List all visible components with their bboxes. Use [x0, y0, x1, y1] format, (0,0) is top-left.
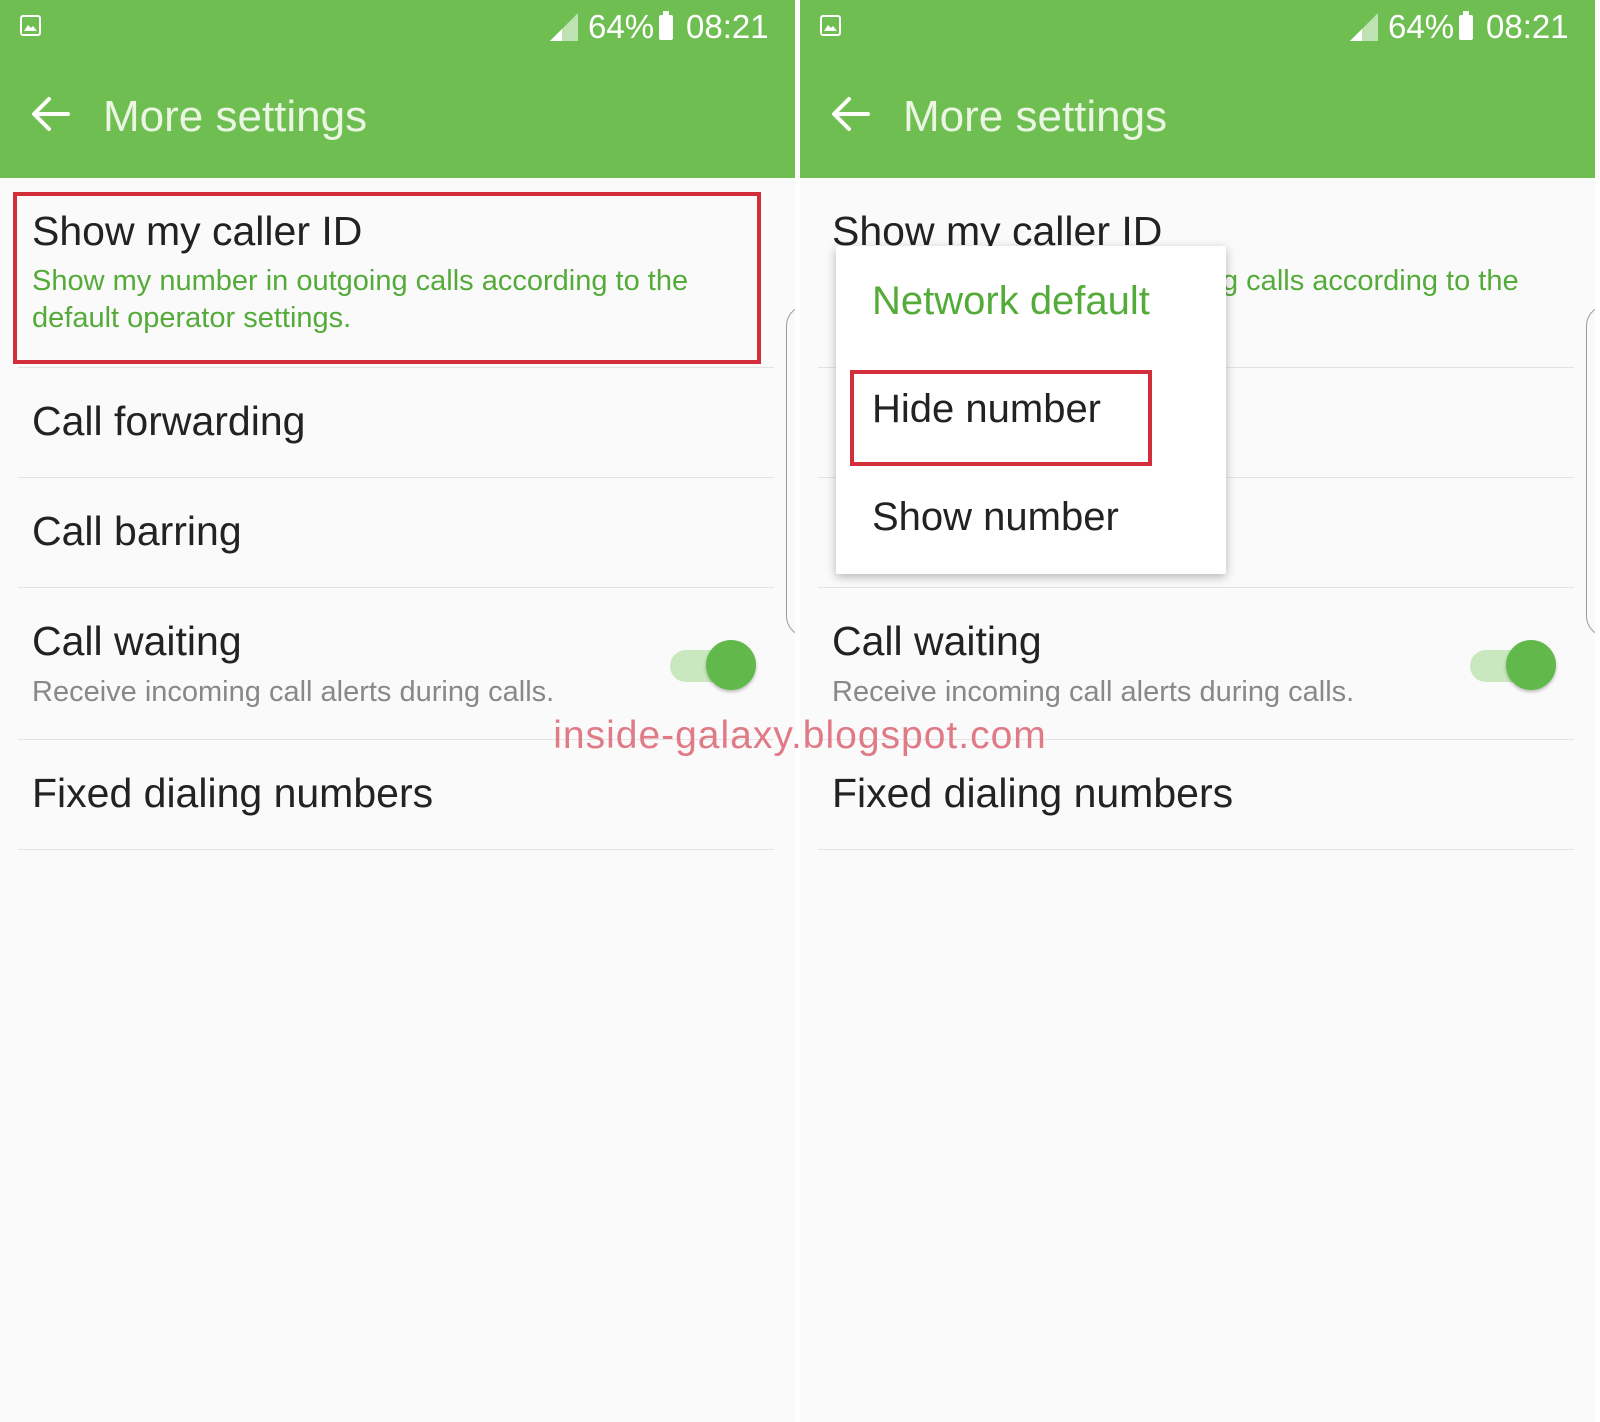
battery-percentage: 64%: [1388, 8, 1455, 45]
settings-screen-left: 64% 08:21 More settings Show my caller I…: [0, 0, 795, 1422]
list-item-call-forwarding[interactable]: Call forwarding: [18, 368, 774, 478]
app-bar: More settings: [0, 56, 795, 178]
page-title: More settings: [103, 92, 368, 141]
status-clock: 08:21: [686, 8, 769, 45]
gallery-icon: [20, 15, 41, 36]
status-bar: 64% 08:21: [800, 0, 1595, 56]
fixed-dialing-label: Fixed dialing numbers: [832, 770, 1234, 816]
battery-icon: [1459, 11, 1473, 40]
back-arrow-icon[interactable]: [830, 96, 870, 132]
option-network-default[interactable]: Network default: [872, 279, 1150, 324]
call-forwarding-label: Call forwarding: [32, 398, 306, 444]
signal-icon: [550, 13, 578, 41]
gallery-icon: [820, 15, 841, 36]
screen-edge-curve: [786, 305, 795, 637]
fixed-dialing-label: Fixed dialing numbers: [32, 770, 434, 816]
call-waiting-toggle[interactable]: [1454, 640, 1558, 692]
call-barring-label: Call barring: [32, 508, 242, 554]
battery-percentage: 64%: [588, 8, 655, 45]
battery-icon: [659, 11, 673, 40]
back-arrow-icon[interactable]: [30, 96, 70, 132]
status-clock: 08:21: [1486, 8, 1569, 45]
signal-icon: [1350, 13, 1378, 41]
toggle-thumb: [706, 640, 756, 690]
call-waiting-title: Call waiting: [32, 618, 242, 664]
call-waiting-subtitle: Receive incoming call alerts during call…: [32, 676, 555, 708]
app-bar: More settings: [800, 56, 1595, 178]
call-waiting-subtitle: Receive incoming call alerts during call…: [832, 676, 1355, 708]
caller-id-subtitle-partial: g calls according to the: [1222, 265, 1519, 297]
highlight-hide-number: [850, 370, 1152, 466]
screen-edge-curve: [1586, 305, 1595, 637]
option-show-number[interactable]: Show number: [872, 495, 1119, 540]
toggle-thumb: [1506, 640, 1556, 690]
watermark-text: inside-galaxy.blogspot.com: [553, 714, 1047, 757]
caller-id-options-popup: Network default Hide number Show number: [836, 246, 1226, 574]
highlight-caller-id: [13, 192, 761, 364]
settings-screen-right: 64% 08:21 More settings Show my caller I…: [800, 0, 1595, 1422]
page-title: More settings: [903, 92, 1168, 141]
status-bar: 64% 08:21: [0, 0, 795, 56]
call-waiting-title: Call waiting: [832, 618, 1042, 664]
list-item-call-barring[interactable]: Call barring: [18, 478, 774, 588]
call-waiting-toggle[interactable]: [654, 640, 758, 692]
